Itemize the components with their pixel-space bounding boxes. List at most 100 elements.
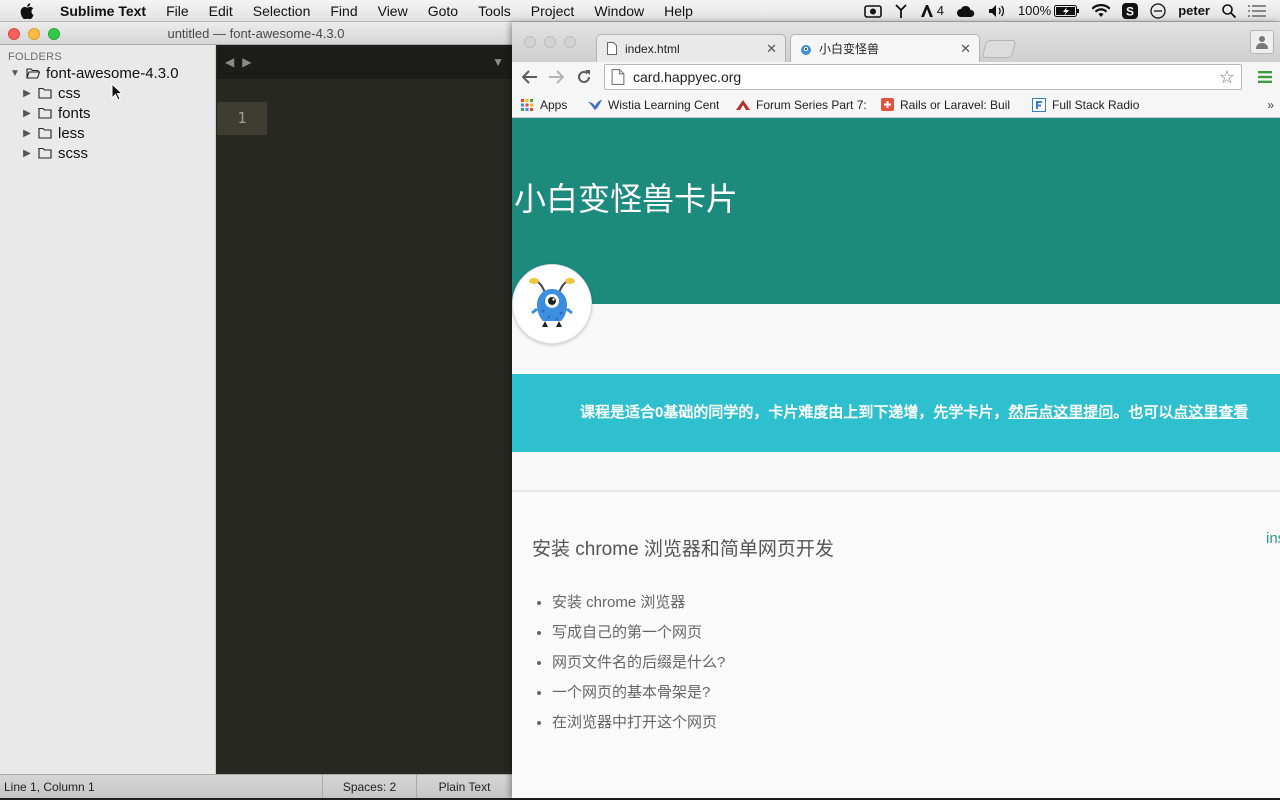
zoom-window-button[interactable] bbox=[48, 28, 60, 40]
bookmark-label: Full Stack Radio bbox=[1052, 97, 1140, 112]
new-tab-button[interactable] bbox=[981, 40, 1017, 58]
bookmark-star-icon[interactable]: ☆ bbox=[1219, 67, 1235, 88]
notification-center-icon[interactable] bbox=[1248, 4, 1266, 18]
profile-icon[interactable] bbox=[1250, 30, 1274, 54]
volume-icon[interactable] bbox=[988, 4, 1006, 18]
list-item: 安装 chrome 浏览器 bbox=[552, 588, 725, 618]
bookmark-label: Wistia Learning Cent bbox=[608, 97, 720, 112]
bookmark-label: Rails or Laravel: Buil bbox=[900, 97, 1011, 112]
antenna-icon[interactable] bbox=[894, 3, 908, 18]
line-number: 1 bbox=[237, 109, 247, 127]
tab-dropdown-icon[interactable]: ▼ bbox=[492, 55, 504, 69]
collapsed-arrow-icon[interactable]: ▶ bbox=[22, 108, 32, 119]
menu-view[interactable]: View bbox=[368, 0, 418, 22]
cursor-position: Line 1, Column 1 bbox=[4, 779, 95, 794]
tab-prev-icon[interactable]: ◀ bbox=[225, 55, 234, 69]
open-folder-icon bbox=[26, 68, 40, 79]
editor-pane[interactable]: ◀ ▶ ▼ 1 bbox=[217, 45, 512, 774]
battery-icon bbox=[1054, 4, 1080, 17]
chrome-menu-icon[interactable] bbox=[1258, 70, 1272, 84]
menu-window[interactable]: Window bbox=[584, 0, 654, 22]
menu-edit[interactable]: Edit bbox=[199, 0, 243, 22]
sidebar-folder-label: fonts bbox=[58, 104, 91, 122]
menu-file[interactable]: File bbox=[156, 0, 199, 22]
svg-text:S: S bbox=[1126, 4, 1134, 18]
minimize-window-button[interactable] bbox=[28, 28, 40, 40]
chrome-toolbar: card.happyec.org ☆ bbox=[512, 62, 1280, 92]
menu-project[interactable]: Project bbox=[521, 0, 585, 22]
sidebar-folder-label: scss bbox=[58, 144, 88, 162]
card-title: 安装 chrome 浏览器和简单网页开发 bbox=[532, 539, 834, 560]
menu-bar: Sublime Text File Edit Selection Find Vi… bbox=[0, 0, 1280, 22]
bookmark-full-stack-radio[interactable]: Full Stack Radio bbox=[1032, 97, 1156, 112]
menu-goto[interactable]: Goto bbox=[418, 0, 468, 22]
bookmark-apps[interactable]: Apps bbox=[520, 98, 580, 112]
ask-question-link[interactable]: 然后点这里提问 bbox=[1008, 404, 1113, 421]
bookmarks-overflow-button[interactable]: » bbox=[1267, 98, 1274, 112]
cloud-icon[interactable] bbox=[956, 4, 976, 18]
close-tab-icon[interactable]: ✕ bbox=[960, 41, 971, 57]
bookmark-forum-series[interactable]: Forum Series Part 7: bbox=[736, 98, 872, 112]
indentation-setting[interactable]: Spaces: 2 bbox=[322, 774, 416, 798]
skype-icon[interactable]: S bbox=[1122, 2, 1139, 19]
close-tab-icon[interactable]: ✕ bbox=[766, 41, 777, 57]
browser-tab-index[interactable]: index.html ✕ bbox=[596, 34, 786, 62]
view-link[interactable]: 点这里查看 bbox=[1173, 404, 1248, 421]
mouse-cursor-icon bbox=[111, 83, 123, 101]
collapsed-arrow-icon[interactable]: ▶ bbox=[22, 88, 32, 99]
camera-icon[interactable] bbox=[863, 4, 882, 18]
bookmark-rails-laravel[interactable]: Rails or Laravel: Buil bbox=[880, 98, 1024, 112]
menu-tools[interactable]: Tools bbox=[468, 0, 521, 22]
tab-next-icon[interactable]: ▶ bbox=[242, 55, 251, 69]
plus-box-icon bbox=[880, 98, 894, 112]
folder-icon bbox=[38, 87, 52, 99]
syntax-setting[interactable]: Plain Text bbox=[416, 774, 512, 798]
sidebar-folder-less[interactable]: ▶ less bbox=[0, 123, 215, 143]
laracasts-icon bbox=[736, 98, 750, 112]
hero-title: 小白变怪兽卡片 bbox=[514, 181, 739, 217]
bookmark-label: Apps bbox=[540, 97, 568, 112]
collapsed-arrow-icon[interactable]: ▶ bbox=[22, 148, 32, 159]
user-name[interactable]: peter bbox=[1178, 3, 1210, 18]
collapsed-arrow-icon[interactable]: ▶ bbox=[22, 128, 32, 139]
page-icon bbox=[611, 69, 625, 85]
wifi-icon[interactable] bbox=[1092, 3, 1111, 18]
back-icon[interactable] bbox=[520, 67, 540, 87]
sidebar-folder-scss[interactable]: ▶ scss bbox=[0, 143, 215, 163]
monster-favicon bbox=[799, 42, 813, 56]
chrome-window: index.html ✕ 小白变怪兽 ✕ card.happyec.org ☆ bbox=[512, 22, 1280, 798]
adobe-icon[interactable]: 4 bbox=[920, 3, 944, 18]
avatar[interactable] bbox=[512, 264, 592, 344]
apple-icon[interactable] bbox=[20, 2, 36, 19]
bookmark-label: Forum Series Part 7: bbox=[756, 97, 867, 112]
expanded-arrow-icon[interactable]: ▼ bbox=[10, 68, 20, 79]
spotlight-icon[interactable] bbox=[1222, 3, 1236, 18]
sidebar-folder-css[interactable]: ▶ css bbox=[0, 83, 215, 103]
menu-help[interactable]: Help bbox=[654, 0, 703, 22]
minimize-window-button[interactable] bbox=[544, 36, 556, 48]
sidebar-folder-label: css bbox=[58, 84, 81, 102]
menu-app-name[interactable]: Sublime Text bbox=[48, 0, 156, 22]
window-title: untitled — font-awesome-4.3.0 bbox=[167, 26, 345, 41]
sidebar-folder-label: less bbox=[58, 124, 85, 142]
list-item: 在浏览器中打开这个网页 bbox=[552, 708, 725, 738]
do-not-disturb-icon[interactable] bbox=[1150, 2, 1166, 19]
zoom-window-button[interactable] bbox=[564, 36, 576, 48]
sidebar-folder-fonts[interactable]: ▶ fonts bbox=[0, 103, 215, 123]
menu-selection[interactable]: Selection bbox=[243, 0, 321, 22]
browser-tab-active[interactable]: 小白变怪兽 ✕ bbox=[790, 34, 980, 62]
wistia-icon bbox=[588, 98, 602, 112]
list-item: 写成自己的第一个网页 bbox=[552, 618, 725, 648]
reload-icon[interactable] bbox=[574, 67, 594, 87]
forward-icon[interactable] bbox=[546, 67, 566, 87]
card-side-link[interactable]: ins bbox=[1266, 530, 1280, 547]
bookmark-wistia[interactable]: Wistia Learning Cent bbox=[588, 98, 728, 112]
sublime-titlebar[interactable]: untitled — font-awesome-4.3.0 bbox=[0, 22, 512, 45]
close-window-button[interactable] bbox=[524, 36, 536, 48]
tab-title: index.html bbox=[625, 41, 680, 56]
menu-find[interactable]: Find bbox=[320, 0, 367, 22]
sidebar-root-folder[interactable]: ▼ font-awesome-4.3.0 bbox=[0, 63, 215, 83]
close-window-button[interactable] bbox=[8, 28, 20, 40]
battery-status[interactable]: 100% bbox=[1018, 3, 1080, 18]
address-bar[interactable]: card.happyec.org ☆ bbox=[604, 64, 1242, 90]
